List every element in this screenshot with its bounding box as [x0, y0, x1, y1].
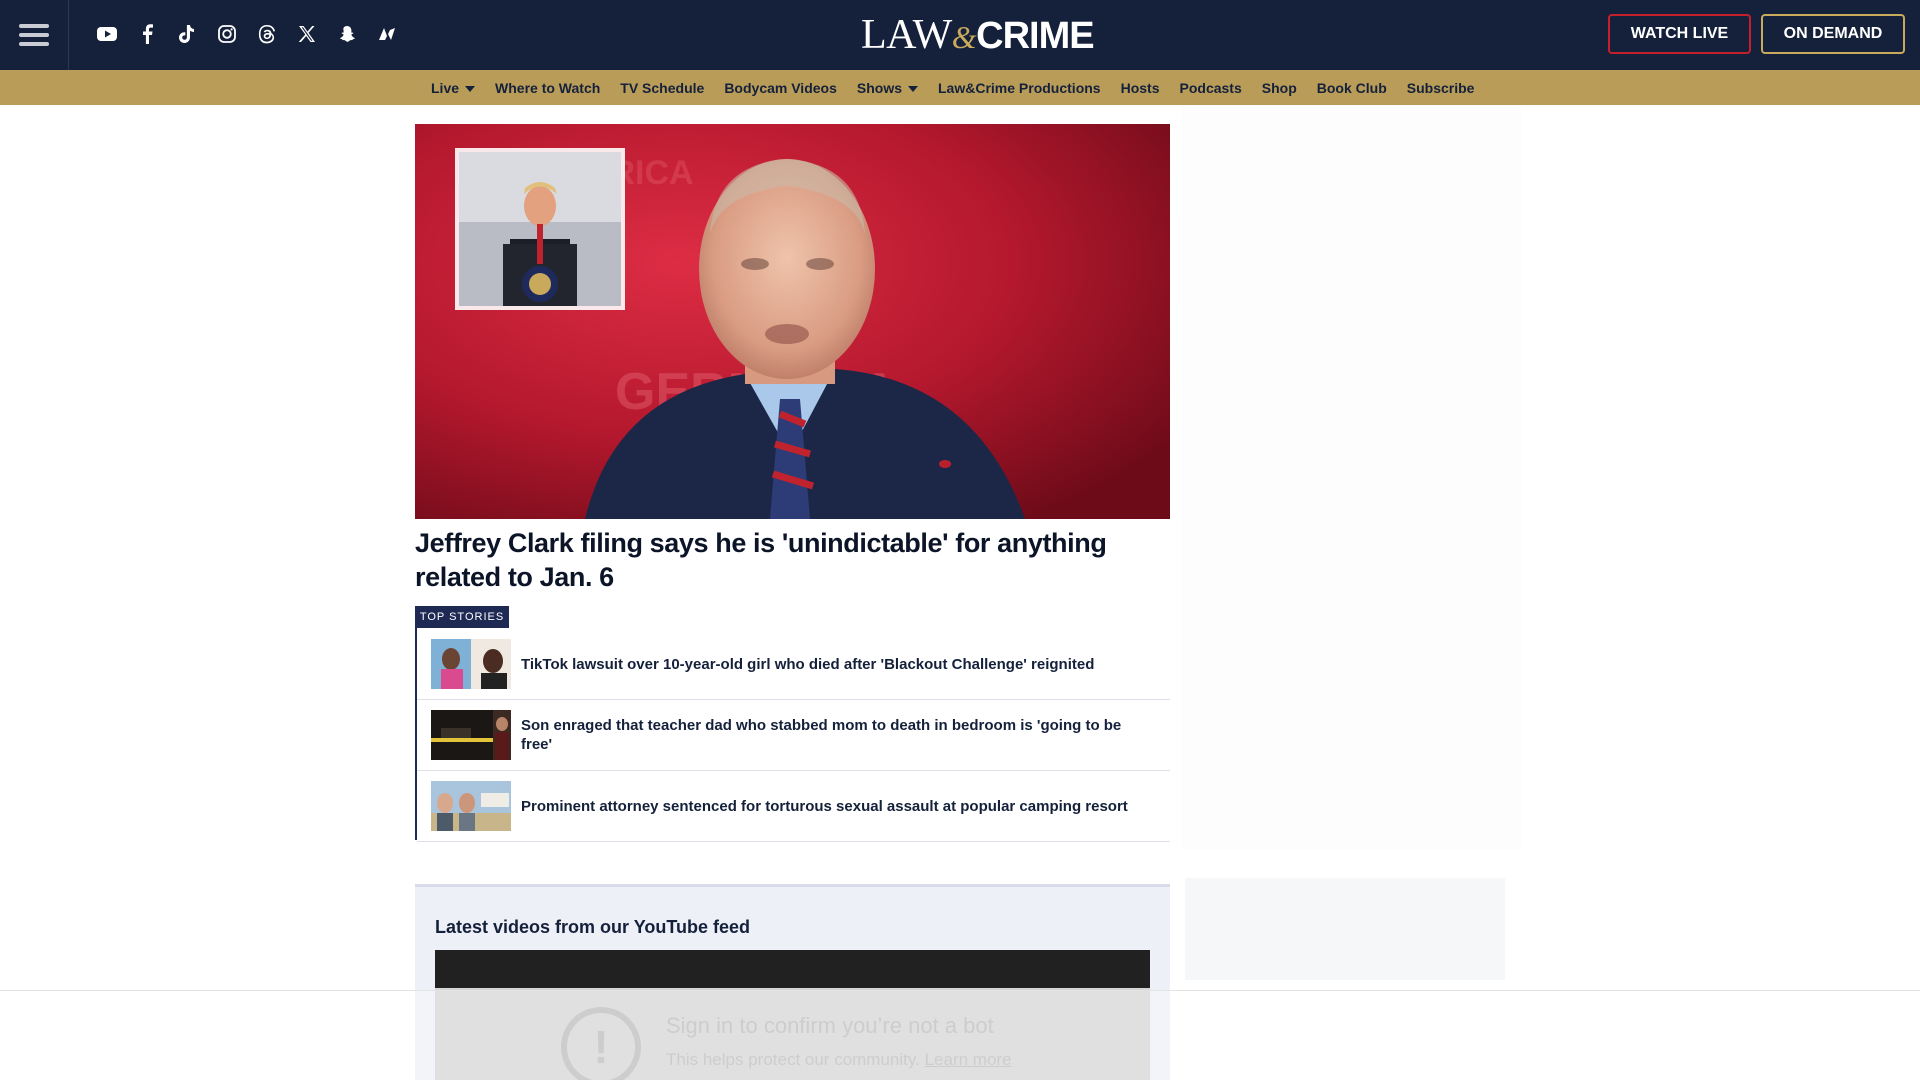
- on-demand-button[interactable]: ON DEMAND: [1761, 14, 1905, 54]
- hamburger-menu-button[interactable]: [0, 0, 69, 70]
- story-headline: TikTok lawsuit over 10-year-old girl who…: [521, 655, 1095, 673]
- nav-item-label: Shop: [1261, 79, 1297, 96]
- sidebar-ad-slot-2: [1185, 878, 1505, 980]
- nav-item-podcasts[interactable]: Podcasts: [1180, 80, 1242, 96]
- hero-headline[interactable]: Jeffrey Clark filing says he is 'unindic…: [415, 526, 1170, 594]
- tiktok-icon[interactable]: [172, 18, 202, 50]
- nav-item-where-to-watch[interactable]: Where to Watch: [495, 80, 600, 96]
- snapchat-icon[interactable]: [332, 18, 362, 50]
- nav-item-label: Podcasts: [1179, 79, 1242, 96]
- facebook-icon[interactable]: [132, 18, 162, 50]
- social-links: [92, 18, 402, 50]
- nav-item-bodycam-videos[interactable]: Bodycam Videos: [724, 80, 837, 96]
- story-headline: Son enraged that teacher dad who stabbed…: [521, 717, 1122, 753]
- law-and-crime-logo[interactable]: LAW&CRIME: [861, 12, 1095, 58]
- top-story-item[interactable]: TikTok lawsuit over 10-year-old girl who…: [417, 629, 1170, 700]
- nav-item-subscribe[interactable]: Subscribe: [1407, 80, 1475, 96]
- nav-item-label: TV Schedule: [620, 79, 705, 96]
- instagram-icon[interactable]: [212, 18, 242, 50]
- top-bar: LAW&CRIME WATCH LIVE ON DEMAND: [0, 0, 1920, 70]
- caret-down-icon: [465, 85, 476, 92]
- nav-item-label: Shows: [856, 79, 902, 96]
- logo-crime: CRIME: [976, 15, 1094, 57]
- bottom-sticky-bar: [0, 990, 1920, 1080]
- youtube-feed-heading: Latest videos from our YouTube feed: [435, 917, 751, 937]
- x-icon[interactable]: [292, 18, 322, 50]
- nav-item-shop[interactable]: Shop: [1262, 80, 1297, 96]
- nav-item-label: Live: [431, 79, 460, 96]
- watch-live-button[interactable]: WATCH LIVE: [1608, 14, 1751, 54]
- story-thumbnail: [431, 781, 511, 831]
- top-story-item[interactable]: Prominent attorney sentenced for torturo…: [417, 771, 1170, 842]
- hamburger-icon: [19, 24, 49, 46]
- news-icon[interactable]: [372, 18, 402, 50]
- threads-icon[interactable]: [252, 18, 282, 50]
- sidebar-ad-slot: [1181, 105, 1521, 850]
- nav-item-book-club[interactable]: Book Club: [1317, 80, 1387, 96]
- nav-item-label: Hosts: [1120, 79, 1160, 96]
- nav-item-label: Where to Watch: [495, 79, 601, 96]
- caret-down-icon: [908, 85, 918, 92]
- nav-item-label: Bodycam Videos: [724, 79, 837, 96]
- nav-item-label: Law&Crime Productions: [938, 79, 1101, 96]
- nav-item-label: Book Club: [1316, 79, 1387, 96]
- story-headline: Prominent attorney sentenced for torturo…: [521, 797, 1128, 815]
- main-nav: Live Where to Watch TV Schedule Bodycam Vid…: [0, 70, 1920, 105]
- nav-items: Live Where to Watch TV Schedule Bodycam Vid…: [431, 70, 1494, 105]
- nav-item-hosts[interactable]: Hosts: [1121, 80, 1160, 96]
- youtube-icon[interactable]: [92, 18, 122, 50]
- hero-photo: FOR AMERICA GERMANIA: [415, 124, 1170, 519]
- story-thumbnail: [431, 639, 511, 689]
- logo-law: LAW: [861, 12, 952, 58]
- logo-ampersand: &: [951, 19, 977, 55]
- nav-item-label: Subscribe: [1406, 79, 1475, 96]
- nav-item-shows[interactable]: Shows: [857, 80, 918, 96]
- nav-item-live[interactable]: Live: [431, 79, 476, 96]
- hero-image[interactable]: FOR AMERICA GERMANIA: [415, 124, 1170, 519]
- nav-item-law-crime-productions[interactable]: Law&Crime Productions: [938, 80, 1101, 96]
- top-stories-tag: TOP STORIES: [415, 606, 509, 628]
- story-thumbnail: [431, 710, 511, 760]
- nav-item-tv-schedule[interactable]: TV Schedule: [620, 80, 704, 96]
- top-story-item[interactable]: Son enraged that teacher dad who stabbed…: [417, 700, 1170, 771]
